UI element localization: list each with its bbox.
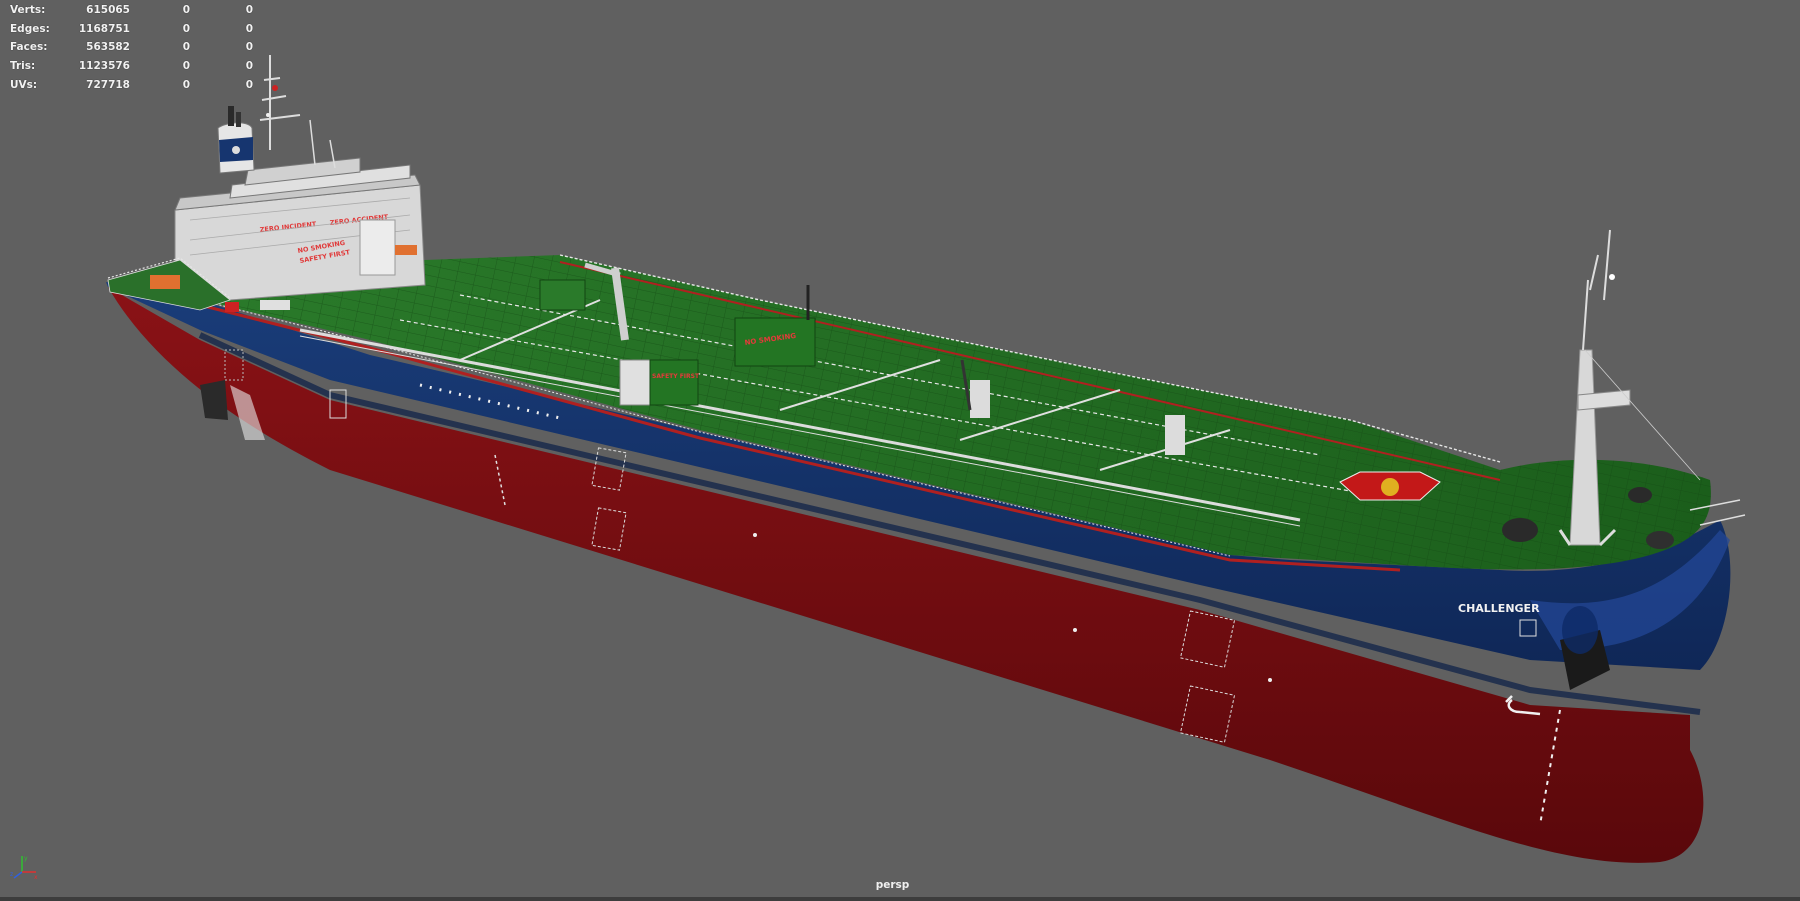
svg-text:y: y <box>24 855 28 862</box>
hud-value: 0 <box>182 60 190 73</box>
hud-value: 0 <box>182 41 190 54</box>
hud-value: 1168751 <box>78 22 130 35</box>
aft-mast <box>259 55 301 150</box>
hud-label: Tris: <box>10 60 36 73</box>
hud-value: 0 <box>245 4 253 16</box>
hud-value: 727718 <box>86 78 130 91</box>
hud-value: 0 <box>182 78 190 91</box>
hud-row-faces: Faces: 563582 0 0 <box>10 38 253 57</box>
hud-value: 0 <box>182 4 190 16</box>
hud-label: Edges: <box>10 22 50 35</box>
svg-text:SAFETY FIRST: SAFETY FIRST <box>652 373 700 380</box>
poly-count-hud: Verts: 615065 0 0 Edges: 1168751 0 0 Fac… <box>10 1 253 94</box>
deck-house-1 <box>539 279 586 311</box>
hud-label: Verts: <box>10 4 46 16</box>
bow-mast <box>1569 349 1601 546</box>
hud-value: 1123576 <box>78 60 130 73</box>
hud-row-tris: Tris: 1123576 0 0 <box>10 57 253 76</box>
hud-value: 0 <box>182 22 190 35</box>
hud-value: 563582 <box>86 41 130 54</box>
hud-value: 0 <box>245 41 253 54</box>
hud-row-verts: Verts: 615065 0 0 <box>10 1 253 20</box>
hud-value: 0 <box>245 60 253 73</box>
viewport-bottom-border <box>0 897 1800 901</box>
svg-text:z: z <box>10 871 13 878</box>
camera-name-label: persp <box>875 879 910 891</box>
deck-house-3 <box>619 359 651 406</box>
hud-value: 0 <box>245 78 253 91</box>
hud-row-uvs: UVs: 727718 0 0 <box>10 76 253 95</box>
hud-row-edges: Edges: 1168751 0 0 <box>10 20 253 39</box>
ship-name-label: CHALLENGER <box>1458 602 1540 615</box>
hud-label: UVs: <box>10 78 38 91</box>
axis-gizmo-icon: y x z <box>10 855 38 881</box>
hud-value: 0 <box>245 22 253 35</box>
hud-label: Faces: <box>10 41 48 54</box>
ship-model[interactable]: NO SMOKING SAFETY FIRST CHALLENGER ZERO … <box>0 0 1800 901</box>
3d-viewport[interactable]: NO SMOKING SAFETY FIRST CHALLENGER ZERO … <box>0 0 1800 901</box>
hud-value: 615065 <box>86 4 130 16</box>
